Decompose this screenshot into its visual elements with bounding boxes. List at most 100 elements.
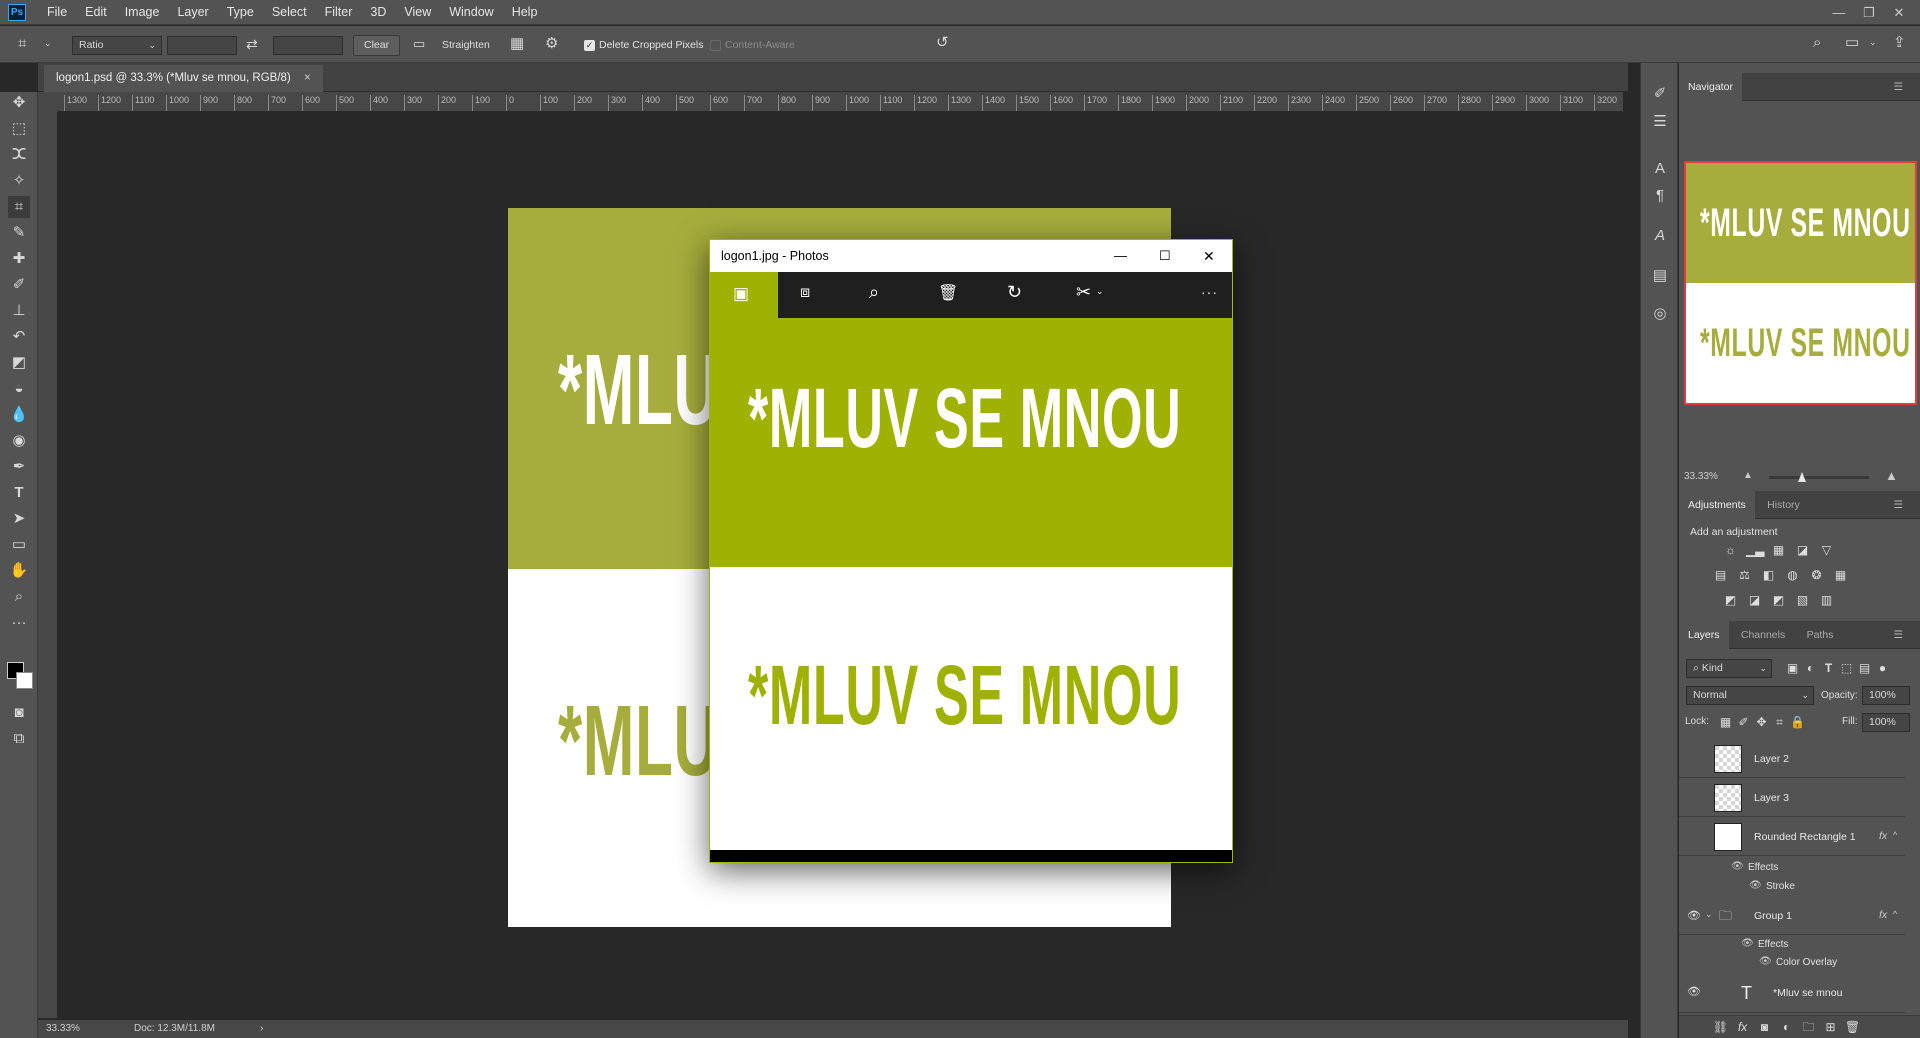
straighten-label[interactable]: Straighten bbox=[442, 39, 490, 51]
eyedropper-tool-icon[interactable]: ✎ bbox=[8, 222, 30, 244]
paragraph-icon[interactable]: ¶ bbox=[1649, 185, 1671, 207]
lock-artboard-icon[interactable]: ⌗ bbox=[1771, 715, 1788, 729]
tab-paths[interactable]: Paths bbox=[1798, 621, 1843, 649]
grid-overlay-icon[interactable]: ▦ bbox=[510, 36, 524, 51]
hue-saturation-icon[interactable]: ▤ bbox=[1712, 568, 1729, 582]
layer-row[interactable]: Layer 3 bbox=[1679, 779, 1905, 817]
clone-stamp-tool-icon[interactable]: ⊥ bbox=[8, 300, 30, 322]
reset-icon[interactable]: ↺ bbox=[936, 35, 949, 50]
tab-channels[interactable]: Channels bbox=[1732, 621, 1794, 649]
photos-minimize-icon[interactable]: — bbox=[1114, 240, 1127, 272]
lock-position-icon[interactable]: ✥ bbox=[1753, 715, 1770, 729]
chevron-down-icon[interactable]: ⌄ bbox=[1869, 38, 1877, 47]
color-lookup-icon[interactable]: ▦ bbox=[1832, 568, 1849, 582]
edit-icon[interactable]: ✂ bbox=[1076, 282, 1091, 303]
layer-row[interactable]: 👁 ⌄ 🗀 Group 1 fx ^ bbox=[1679, 897, 1905, 935]
fx-icon[interactable]: fx bbox=[1879, 830, 1887, 842]
gear-icon[interactable]: ⚙ bbox=[545, 36, 558, 51]
path-selection-tool-icon[interactable]: ➤ bbox=[8, 508, 30, 530]
history-brush-tool-icon[interactable]: ↶ bbox=[8, 326, 30, 348]
zoom-out-icon[interactable]: ▲ bbox=[1743, 470, 1753, 481]
more-tools-icon[interactable]: ··· bbox=[8, 612, 30, 634]
quick-mask-icon[interactable]: ◙ bbox=[8, 702, 30, 724]
brightness-icon[interactable]: ☼ bbox=[1722, 543, 1739, 557]
content-aware-checkbox[interactable] bbox=[710, 40, 721, 51]
visibility-toggle[interactable] bbox=[1687, 752, 1701, 766]
ruler-origin[interactable] bbox=[38, 92, 58, 112]
swap-icon[interactable]: ⇄ bbox=[246, 37, 258, 51]
fx-icon[interactable]: fx bbox=[1879, 909, 1887, 921]
threshold-icon[interactable]: ◩ bbox=[1770, 593, 1787, 607]
black-white-icon[interactable]: ◧ bbox=[1760, 568, 1777, 582]
invert-icon[interactable]: ◩ bbox=[1722, 593, 1739, 607]
posterize-icon[interactable]: ◪ bbox=[1746, 593, 1763, 607]
eye-icon[interactable]: 👁 bbox=[1749, 880, 1762, 891]
filter-type-icon[interactable]: T bbox=[1820, 661, 1837, 675]
panel-menu-icon[interactable]: ☰ bbox=[1885, 73, 1912, 101]
lock-transparent-icon[interactable]: ▦ bbox=[1717, 715, 1734, 729]
pen-tool-icon[interactable]: ✒ bbox=[8, 456, 30, 478]
chevron-down-icon[interactable]: ⌄ bbox=[1096, 286, 1104, 297]
color-balance-icon[interactable]: ⚖ bbox=[1736, 568, 1753, 582]
photos-close-icon[interactable]: ✕ bbox=[1203, 240, 1215, 272]
menu-layer[interactable]: Layer bbox=[168, 0, 217, 25]
eye-icon[interactable]: 👁 bbox=[1759, 956, 1772, 967]
magic-wand-tool-icon[interactable]: ✧ bbox=[8, 170, 30, 192]
paint-bucket-tool-icon[interactable]: ◒ bbox=[8, 378, 30, 400]
cloud-icon[interactable]: ◎ bbox=[1649, 303, 1671, 325]
close-button[interactable]: ✕ bbox=[1884, 0, 1914, 25]
dodge-tool-icon[interactable]: ◉ bbox=[8, 430, 30, 452]
more-options-icon[interactable]: ··· bbox=[1201, 284, 1218, 300]
zoom-tool-icon[interactable]: ⌕ bbox=[8, 586, 30, 608]
eye-icon[interactable]: 👁 bbox=[1687, 985, 1701, 999]
photos-view-button[interactable]: ▣ bbox=[710, 272, 778, 318]
filter-toggle-icon[interactable]: ● bbox=[1874, 661, 1891, 675]
blend-mode-select[interactable]: Normal ⌄ bbox=[1686, 686, 1814, 705]
lock-image-icon[interactable]: ✐ bbox=[1735, 715, 1752, 729]
eye-icon[interactable]: 👁 bbox=[1741, 938, 1754, 949]
chevron-up-icon[interactable]: ^ bbox=[1893, 909, 1897, 919]
filter-adjustment-icon[interactable]: ◐ bbox=[1802, 661, 1819, 675]
eraser-tool-icon[interactable]: ◩ bbox=[8, 352, 30, 374]
zoom-readout[interactable]: 33.33% bbox=[46, 1020, 80, 1038]
menu-image[interactable]: Image bbox=[116, 0, 169, 25]
tab-layers[interactable]: Layers bbox=[1679, 621, 1729, 649]
navigator-preview[interactable]: *MLUV SE MNOU *MLUV SE MNOU bbox=[1684, 161, 1917, 405]
minimize-button[interactable]: — bbox=[1824, 0, 1854, 25]
menu-type[interactable]: Type bbox=[218, 0, 263, 25]
curves-icon[interactable]: ▦ bbox=[1770, 543, 1787, 557]
navigator-zoom[interactable]: 33.33% bbox=[1684, 471, 1718, 482]
tab-navigator[interactable]: Navigator bbox=[1679, 73, 1742, 101]
crop-tool-icon[interactable]: ⌗ bbox=[8, 196, 30, 218]
status-arrow-icon[interactable]: › bbox=[260, 1020, 263, 1038]
delete-layer-icon[interactable]: 🗑 bbox=[1844, 1020, 1861, 1034]
menu-select[interactable]: Select bbox=[263, 0, 316, 25]
content-aware-label[interactable]: Content-Aware bbox=[725, 39, 795, 51]
straighten-icon[interactable]: ▭ bbox=[413, 37, 425, 50]
layer-row[interactable]: 👁 T *Mluv se mnou bbox=[1679, 973, 1905, 1013]
brush-settings-icon[interactable]: ✐ bbox=[1649, 83, 1671, 105]
panel-menu-icon[interactable]: ☰ bbox=[1885, 491, 1912, 519]
channel-mixer-icon[interactable]: ❂ bbox=[1808, 568, 1825, 582]
menu-help[interactable]: Help bbox=[503, 0, 547, 25]
levels-icon[interactable]: ▁▃ bbox=[1746, 543, 1764, 557]
character-icon[interactable]: A bbox=[1649, 158, 1671, 180]
tab-adjustments[interactable]: Adjustments bbox=[1679, 491, 1755, 519]
zoom-icon[interactable]: ⌕ bbox=[869, 282, 879, 303]
clear-button[interactable]: Clear bbox=[353, 35, 401, 56]
vibrance-icon[interactable]: ▽ bbox=[1818, 543, 1835, 557]
exposure-icon[interactable]: ◪ bbox=[1794, 543, 1811, 557]
layer-row[interactable]: Rounded Rectangle 1 fx ^ bbox=[1679, 818, 1905, 856]
visibility-toggle[interactable] bbox=[1687, 830, 1701, 844]
menu-filter[interactable]: Filter bbox=[316, 0, 362, 25]
move-tool-icon[interactable]: ✥ bbox=[8, 92, 30, 114]
properties-icon[interactable]: ☰ bbox=[1649, 111, 1671, 133]
type-tool-icon[interactable]: T bbox=[8, 482, 30, 504]
screen-mode-icon[interactable]: ⧉ bbox=[8, 728, 30, 750]
chevron-up-icon[interactable]: ^ bbox=[1893, 830, 1897, 840]
gradient-map-icon[interactable]: ▥ bbox=[1818, 593, 1835, 607]
menu-view[interactable]: View bbox=[395, 0, 440, 25]
ratio-select[interactable]: Ratio ⌄ bbox=[72, 36, 162, 55]
chevron-down-icon[interactable]: ⌄ bbox=[1705, 909, 1713, 920]
new-group-icon[interactable]: 🗀 bbox=[1800, 1020, 1817, 1034]
